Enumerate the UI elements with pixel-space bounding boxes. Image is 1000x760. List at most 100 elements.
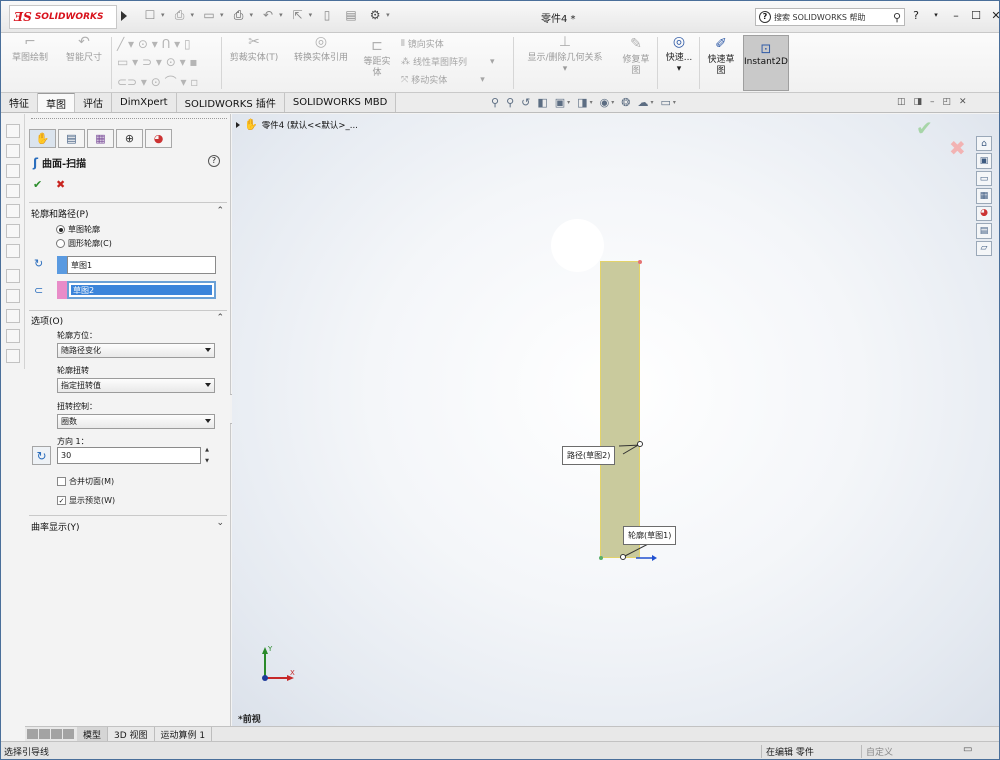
tab-solidworks-mbd[interactable]: SOLIDWORKS MBD — [284, 93, 397, 112]
checkbox[interactable] — [57, 477, 66, 486]
display-style-dropdown-icon[interactable]: ▾ — [590, 99, 593, 106]
previous-view-icon[interactable]: ↺ — [521, 96, 530, 109]
twist-select[interactable]: 指定扭转值 — [57, 378, 215, 393]
tile-icon[interactable]: ◨ — [914, 97, 923, 107]
spin-down-icon[interactable]: ▼ — [205, 458, 209, 464]
first-tab-icon[interactable] — [27, 729, 38, 739]
quick-tips-icon[interactable]: ▭ — [963, 744, 972, 755]
expand-chevron-icon[interactable]: ⌄ — [216, 518, 224, 528]
relations-dropdown-icon[interactable]: ▾ — [563, 64, 568, 75]
display-delete-relations-button[interactable]: ⊥ 显示/删除几何关系 ▾ — [517, 35, 613, 75]
direction-value-input[interactable]: 30 — [57, 447, 201, 464]
move-entities-button[interactable]: ⤧ 移动实体 ▾ — [401, 73, 485, 87]
select-dropdown-icon[interactable]: ▾ — [309, 11, 313, 19]
spin-up-icon[interactable]: ▲ — [205, 447, 209, 453]
rectangle-icon[interactable]: ▭ ▾ ⊃ ▾ ⊙ ▾ ▪ — [117, 55, 198, 69]
show-preview-checkbox[interactable]: ✓ 显示预览(W) — [57, 495, 115, 506]
scene-dropdown-icon[interactable]: ▾ — [650, 99, 653, 106]
tab-solidworks-addins[interactable]: SOLIDWORKS 插件 — [176, 93, 285, 112]
feature-icon[interactable] — [6, 289, 20, 303]
maximize-button[interactable]: ☐ — [969, 8, 983, 22]
rebuild-icon[interactable]: ▯ — [318, 7, 336, 23]
profile-selection-box[interactable]: 草图1 — [67, 256, 216, 274]
doc-minimize-button[interactable]: – — [930, 97, 935, 107]
units-custom[interactable]: 自定义 — [861, 745, 893, 758]
restore-icon[interactable]: ◫ — [897, 97, 906, 107]
help-menu-icon[interactable]: ? — [909, 8, 923, 22]
tab-sketch[interactable]: 草图 — [38, 93, 75, 112]
display-manager-tab-icon[interactable]: ◕ — [145, 129, 172, 148]
feature-icon[interactable] — [6, 204, 20, 218]
feature-icon[interactable] — [6, 184, 20, 198]
move-dropdown-icon[interactable]: ▾ — [480, 75, 485, 85]
reverse-direction-icon[interactable]: ↻ — [32, 446, 51, 465]
repair-sketch-button[interactable]: ✎ 修复草 图 — [619, 37, 653, 77]
feature-icon[interactable] — [6, 329, 20, 343]
orientation-select[interactable]: 随路径变化 — [57, 343, 215, 358]
panel-grip[interactable] — [31, 118, 227, 119]
feature-manager-tab-icon[interactable]: ▤ — [58, 129, 85, 148]
options-group-title[interactable]: 选项(O) — [31, 314, 63, 327]
last-tab-icon[interactable] — [63, 729, 74, 739]
menu-expand-icon[interactable] — [121, 11, 127, 21]
feature-icon[interactable] — [6, 244, 20, 258]
close-button[interactable]: ✕ — [989, 8, 1000, 22]
path-selection-box[interactable]: 草图2 — [67, 281, 216, 299]
convert-entities-button[interactable]: ◎ 转换实体引用 — [287, 35, 355, 64]
display-style-icon[interactable]: ◨ — [577, 96, 587, 109]
profile-path-group-title[interactable]: 轮廓和路径(P) — [31, 207, 88, 220]
slot-icon[interactable]: ⊂⊃ ▾ ⊙ ⌒ ▾ ▫ — [117, 73, 198, 90]
prev-tab-icon[interactable] — [39, 729, 50, 739]
view-settings-icon[interactable]: ▭ — [660, 96, 670, 109]
quick-snaps-dropdown-icon[interactable]: ▾ — [677, 64, 682, 75]
file-properties-icon[interactable]: ▤ — [342, 7, 360, 23]
tab-model[interactable]: 模型 — [77, 727, 109, 741]
line-icon[interactable]: ╱ ▾ ⊙ ▾ ᑎ ▾ ▯ — [117, 37, 191, 51]
view-orientation-dropdown-icon[interactable]: ▾ — [567, 99, 570, 106]
view-orientation-icon[interactable]: ▣ — [555, 96, 565, 109]
linear-pattern-button[interactable]: ⁂ 线性草图阵列 ▾ — [401, 55, 495, 69]
new-document-icon[interactable]: ☐ — [141, 7, 159, 23]
open-folder-icon[interactable]: ⎙ — [171, 7, 189, 23]
doc-maximize-button[interactable]: ◰ — [943, 97, 952, 107]
help-dropdown-icon[interactable]: ▾ — [929, 8, 943, 22]
radio-circular-profile[interactable]: 圆形轮廓(C) — [56, 238, 112, 249]
radio-button[interactable] — [56, 239, 65, 248]
feature-icon[interactable] — [6, 144, 20, 158]
feature-icon[interactable] — [6, 224, 20, 238]
search-icon[interactable]: ⚲ — [893, 11, 901, 24]
print-icon[interactable]: ⎙ — [230, 7, 248, 23]
mirror-entities-button[interactable]: ⫴ 镜向实体 — [401, 37, 444, 51]
profile-callout[interactable]: 轮廓(草图1) — [623, 526, 677, 545]
curvature-group-title[interactable]: 曲率显示(Y) — [31, 520, 80, 533]
apply-scene-icon[interactable]: ☁ — [637, 96, 648, 109]
instant2d-button[interactable]: ⊡ Instant2D — [743, 35, 789, 91]
view-settings-dropdown-icon[interactable]: ▾ — [673, 99, 676, 106]
hide-show-icon[interactable]: ◉ — [600, 96, 610, 109]
configuration-manager-tab-icon[interactable]: ▦ — [87, 129, 114, 148]
spin-arrows[interactable]: ▲ ▼ — [202, 447, 212, 464]
radio-button[interactable] — [56, 225, 65, 234]
tab-scroll-arrows[interactable] — [25, 727, 77, 741]
feature-icon[interactable] — [6, 124, 20, 138]
save-icon[interactable]: ▭ — [200, 7, 218, 23]
cancel-button[interactable]: ✖ — [56, 178, 65, 191]
radio-sketch-profile[interactable]: 草图轮廓 — [56, 224, 100, 235]
tab-evaluate[interactable]: 评估 — [75, 93, 112, 112]
open-dropdown-icon[interactable]: ▾ — [191, 11, 195, 19]
ok-button[interactable]: ✔ — [33, 178, 42, 191]
select-arrow-icon[interactable]: ⇱ — [289, 7, 307, 23]
edit-appearance-icon[interactable]: ❂ — [621, 96, 630, 109]
feature-icon[interactable] — [6, 269, 20, 283]
offset-entities-button[interactable]: ⊏ 等距实 体 — [359, 39, 395, 79]
minimize-button[interactable]: – — [949, 8, 963, 22]
print-dropdown-icon[interactable]: ▾ — [250, 11, 254, 19]
help-icon[interactable]: ? — [208, 155, 220, 167]
hide-show-dropdown-icon[interactable]: ▾ — [611, 99, 614, 106]
quick-snaps-button[interactable]: ◎ 快速... ▾ — [661, 35, 697, 75]
tab-dimxpert[interactable]: DimXpert — [112, 93, 177, 112]
collapse-chevron-icon[interactable]: ⌃ — [216, 206, 224, 216]
rapid-sketch-button[interactable]: ✐ 快速草 图 — [701, 37, 741, 77]
merge-tangent-checkbox[interactable]: 合并切面(M) — [57, 476, 114, 487]
zoom-to-fit-icon[interactable]: ⚲ — [491, 96, 499, 109]
